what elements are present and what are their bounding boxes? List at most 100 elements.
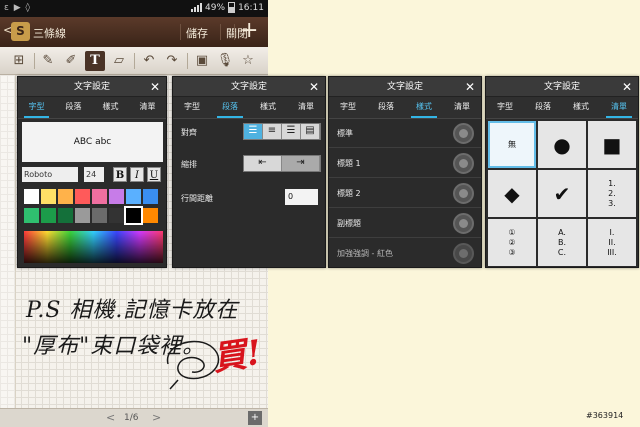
tab-paragraph[interactable]: 段落	[367, 97, 405, 118]
color-swatch[interactable]	[24, 189, 39, 204]
close-icon[interactable]: ✕	[465, 77, 475, 97]
color-swatch[interactable]	[58, 208, 73, 223]
align-control: ☰ ≡ ☰ ▤	[243, 123, 321, 140]
margin-strip	[0, 75, 16, 408]
tab-list[interactable]: 清單	[287, 97, 325, 118]
underline-button[interactable]: U	[147, 167, 161, 182]
italic-button[interactable]: I	[130, 167, 144, 182]
list-roman-option[interactable]: I. II. III.	[588, 219, 636, 266]
pen-icon[interactable]: ✎	[38, 51, 58, 71]
list-numbered-option[interactable]: 1. 2. 3.	[588, 170, 636, 217]
chevron-right-icon[interactable]: >	[152, 411, 161, 424]
tab-list[interactable]: 清單	[600, 97, 638, 118]
close-icon[interactable]: ✕	[309, 77, 319, 97]
color-swatch[interactable]	[143, 189, 158, 204]
color-swatch[interactable]	[126, 189, 141, 204]
align-justify-icon[interactable]: ▤	[301, 124, 320, 139]
tab-font[interactable]: 字型	[18, 97, 55, 118]
color-swatch[interactable]	[75, 208, 90, 223]
radio-icon[interactable]	[453, 183, 474, 204]
tab-font[interactable]: 字型	[329, 97, 367, 118]
checkmark-icon: ✔	[553, 181, 571, 206]
notification-icons: ε ▶ ◊	[4, 3, 31, 13]
style-option[interactable]: 加強強調 - 紅色	[329, 239, 481, 267]
tab-style[interactable]: 樣式	[249, 97, 287, 118]
list-alpha-option[interactable]: A. B. C.	[538, 219, 586, 266]
text-icon[interactable]: T	[85, 51, 105, 71]
chevron-left-icon[interactable]: <	[106, 411, 115, 424]
font-preview: ABC abc	[22, 122, 163, 162]
color-swatch[interactable]	[109, 208, 124, 223]
font-size-select[interactable]: 24	[84, 167, 104, 182]
color-swatch[interactable]	[109, 189, 124, 204]
tab-style[interactable]: 樣式	[92, 97, 129, 118]
tab-paragraph[interactable]: 段落	[55, 97, 92, 118]
dialog-tabs: 字型 段落 樣式 清單	[18, 97, 166, 119]
close-icon[interactable]: ✕	[622, 77, 632, 97]
indent-label: 縮排	[181, 160, 197, 169]
insert-page-icon[interactable]: ⊞	[9, 51, 29, 71]
divider	[187, 53, 188, 69]
indent-decrease-icon[interactable]: ⇤	[244, 156, 282, 171]
style-option-label: 加強強調 - 紅色	[337, 249, 393, 258]
list-bullet-circle-option[interactable]: ●	[538, 121, 586, 168]
color-swatch[interactable]	[75, 189, 90, 204]
eraser-icon[interactable]: ▱	[109, 51, 129, 71]
dialog-title: 文字設定 ✕	[486, 77, 638, 97]
radio-icon[interactable]	[453, 153, 474, 174]
app-logo-icon[interactable]: S	[11, 22, 30, 41]
color-swatch[interactable]	[41, 208, 56, 223]
add-icon[interactable]: +	[240, 18, 258, 43]
tab-font[interactable]: 字型	[173, 97, 211, 118]
tab-paragraph[interactable]: 段落	[524, 97, 562, 118]
radio-icon[interactable]	[453, 213, 474, 234]
brush-icon[interactable]: ✐	[61, 51, 81, 71]
line-spacing-input[interactable]: 0	[285, 189, 318, 205]
list-sample-line: II.	[608, 237, 616, 247]
align-center-icon[interactable]: ≡	[263, 124, 282, 139]
undo-icon[interactable]: ↶	[139, 51, 159, 71]
color-spectrum[interactable]	[24, 231, 163, 263]
close-icon[interactable]: ✕	[150, 77, 160, 97]
align-right-icon[interactable]: ☰	[282, 124, 301, 139]
color-swatch[interactable]	[143, 208, 158, 223]
redo-icon[interactable]: ↷	[162, 51, 182, 71]
color-swatch[interactable]	[58, 189, 73, 204]
dialog-title-text: 文字設定	[543, 82, 580, 92]
list-none-option[interactable]: 無	[488, 121, 536, 168]
tab-list[interactable]: 清單	[443, 97, 481, 118]
tab-style[interactable]: 樣式	[405, 97, 443, 118]
style-option[interactable]: 副標題	[329, 209, 481, 238]
tab-style[interactable]: 樣式	[562, 97, 600, 118]
list-bullet-diamond-option[interactable]: ◆	[488, 170, 536, 217]
list-bullet-check-option[interactable]: ✔	[538, 170, 586, 217]
image-icon[interactable]: ▣	[192, 51, 212, 71]
style-option[interactable]: 標題 1	[329, 149, 481, 178]
battery-icon	[228, 2, 236, 13]
mic-icon[interactable]: 🎙	[215, 51, 235, 71]
style-option[interactable]: 標準	[329, 119, 481, 148]
radio-icon[interactable]	[453, 243, 474, 264]
color-swatch[interactable]	[24, 208, 39, 223]
indent-increase-icon[interactable]: ⇥	[282, 156, 320, 171]
save-button[interactable]: 儲存	[186, 25, 208, 41]
bold-button[interactable]: B	[113, 167, 127, 182]
radio-icon[interactable]	[453, 123, 474, 144]
add-page-icon[interactable]: +	[248, 411, 262, 425]
tab-list[interactable]: 清單	[129, 97, 166, 118]
color-swatch[interactable]	[41, 189, 56, 204]
style-option[interactable]: 標題 2	[329, 179, 481, 208]
align-left-icon[interactable]: ☰	[244, 124, 263, 139]
color-swatch[interactable]	[124, 206, 143, 225]
color-swatch[interactable]	[92, 189, 107, 204]
list-bullet-square-option[interactable]: ■	[588, 121, 636, 168]
tab-font[interactable]: 字型	[486, 97, 524, 118]
list-type-grid: 無 ● ■ ◆ ✔ 1. 2. 3. ① ② ③ A. B. C. I. II.…	[488, 121, 636, 267]
star-icon[interactable]: ☆	[238, 51, 258, 71]
color-swatch[interactable]	[92, 208, 107, 223]
font-family-select[interactable]: Roboto	[22, 167, 78, 182]
tab-paragraph[interactable]: 段落	[211, 97, 249, 118]
list-circled-number-option[interactable]: ① ② ③	[488, 219, 536, 266]
list-sample-line: B.	[557, 237, 567, 247]
indent-control: ⇤ ⇥	[243, 155, 321, 172]
